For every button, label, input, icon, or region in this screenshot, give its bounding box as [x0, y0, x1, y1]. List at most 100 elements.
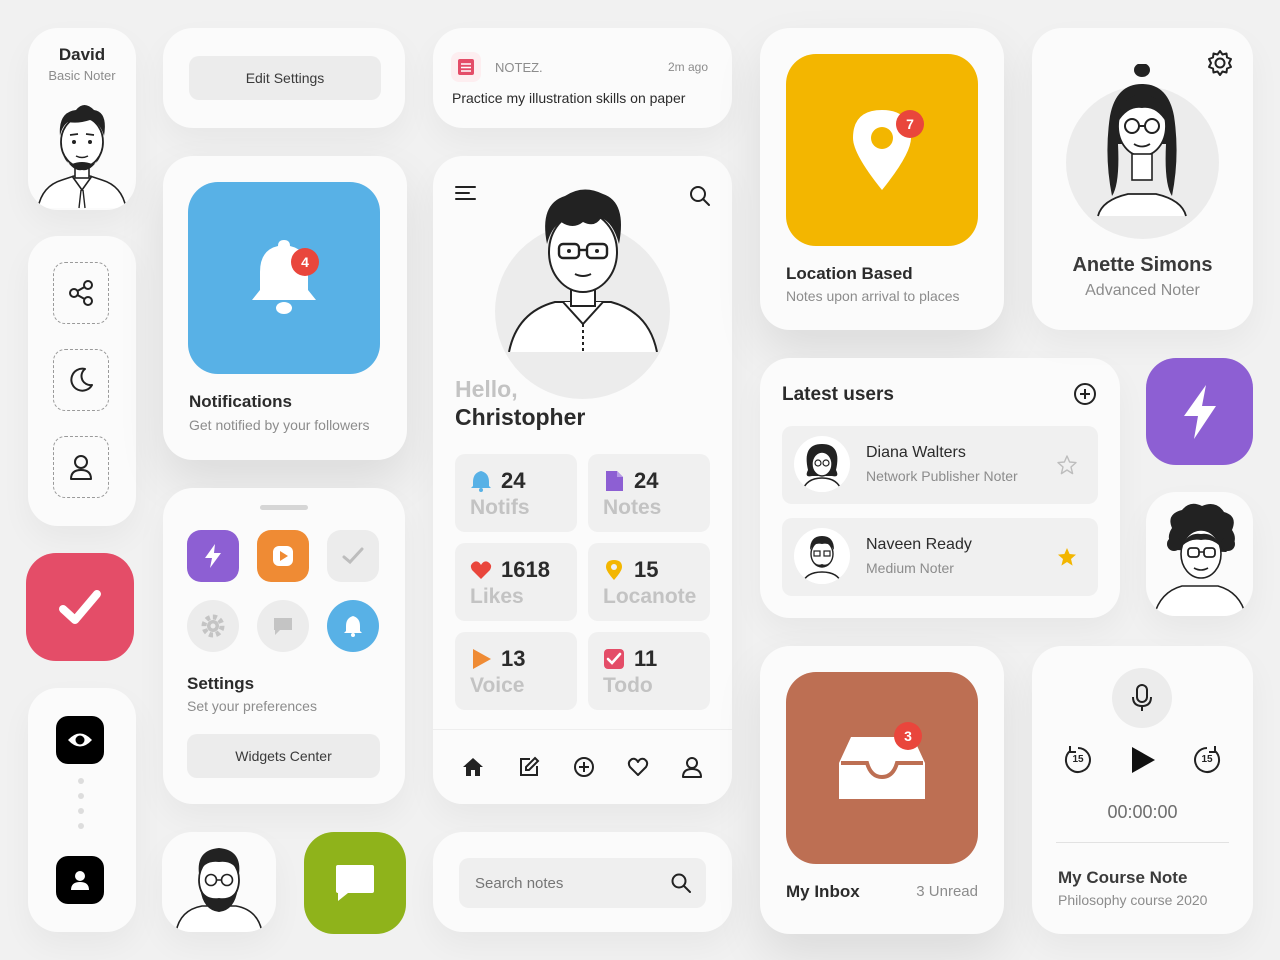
curly-avatar-card[interactable] — [1146, 492, 1253, 616]
notifications-badge: 4 — [291, 248, 319, 276]
stat-count: 1618 — [501, 557, 550, 582]
chat-icon — [274, 618, 292, 635]
star-outline-icon[interactable] — [1056, 454, 1078, 476]
search-card — [433, 832, 732, 932]
profile-card-anette[interactable]: Anette Simons Advanced Noter — [1032, 28, 1253, 330]
inbox-tile[interactable]: 3 — [786, 672, 978, 864]
account-button[interactable] — [56, 856, 104, 904]
stat-label: Locanote — [603, 585, 697, 608]
stat-notes[interactable]: 24 Notes — [588, 454, 710, 532]
profile-button[interactable] — [53, 436, 109, 498]
home-icon[interactable] — [462, 756, 484, 778]
stat-label: Voice — [470, 674, 525, 697]
note-text: Practice my illustration skills on paper — [452, 90, 686, 106]
notifications-tile[interactable]: 4 — [188, 182, 380, 374]
user-row-diana[interactable]: Diana Walters Network Publisher Noter — [782, 426, 1098, 504]
profile-card-david[interactable]: David Basic Noter — [28, 28, 136, 210]
course-player-card: 15 15 00:00:00 My Course Note Philosophy… — [1032, 646, 1253, 934]
stat-count: 13 — [501, 646, 526, 671]
latest-users-card: Latest users Diana Walters Network Publi… — [760, 358, 1120, 618]
menu-icon[interactable] — [455, 184, 477, 202]
user-icon — [70, 455, 92, 480]
curly-avatar — [1153, 503, 1247, 616]
location-subtitle: Notes upon arrival to places — [786, 288, 960, 304]
greeting-text: Hello, — [455, 376, 518, 402]
chat-toggle[interactable] — [257, 600, 309, 652]
add-user-icon[interactable] — [1073, 382, 1097, 406]
edit-icon[interactable] — [518, 756, 540, 778]
inbox-title: My Inbox — [786, 882, 860, 901]
skip-back-seconds: 15 — [1072, 754, 1084, 765]
note-icon — [606, 471, 623, 491]
notifications-card[interactable]: 4 Notifications Get notified by your fol… — [163, 156, 407, 460]
search-icon[interactable] — [671, 873, 691, 893]
location-tile[interactable]: 7 — [786, 54, 978, 246]
user-row-naveen[interactable]: Naveen Ready Medium Noter — [782, 518, 1098, 596]
edit-settings-button[interactable]: Edit Settings — [189, 56, 381, 100]
check-toggle[interactable] — [327, 530, 379, 582]
widgets-center-button[interactable]: Widgets Center — [187, 734, 380, 778]
stat-count: 24 — [501, 468, 526, 493]
stat-locanote[interactable]: 15 Locanote — [588, 543, 710, 621]
stat-todo[interactable]: 11 Todo — [588, 632, 710, 710]
inbox-unread: 3 Unread — [916, 883, 978, 900]
stat-count: 24 — [634, 468, 659, 493]
play-icon[interactable] — [1130, 746, 1156, 774]
settings-card: Settings Set your preferences Widgets Ce… — [163, 488, 405, 804]
bolt-tile[interactable] — [1146, 358, 1253, 465]
user-name: Naveen Ready — [866, 536, 972, 553]
bell-toggle[interactable] — [327, 600, 379, 652]
todo-tile[interactable] — [26, 553, 134, 661]
dashboard-card: Hello, Christopher 24 Notifs 24 Notes 16… — [433, 156, 732, 804]
bolt-toggle[interactable] — [187, 530, 239, 582]
bell-icon — [344, 616, 362, 637]
search-input[interactable] — [475, 870, 655, 896]
chat-icon — [336, 865, 374, 901]
inbox-badge: 3 — [894, 722, 922, 750]
user-avatar-card[interactable] — [162, 832, 276, 932]
search-icon[interactable] — [689, 185, 711, 207]
location-card[interactable]: 7 Location Based Notes upon arrival to p… — [760, 28, 1004, 330]
anette-avatar — [1097, 64, 1187, 217]
search-bar[interactable] — [459, 858, 706, 908]
drag-handle[interactable] — [260, 505, 308, 510]
christopher-avatar — [508, 189, 658, 352]
chat-tile[interactable] — [304, 832, 406, 934]
stat-likes[interactable]: 1618 Likes — [455, 543, 577, 621]
note-time: 2m ago — [667, 60, 708, 74]
microphone-icon — [1132, 684, 1152, 711]
user-icon — [71, 871, 89, 890]
inbox-card[interactable]: 3 My Inbox 3 Unread — [760, 646, 1004, 934]
star-filled-icon[interactable] — [1056, 546, 1078, 568]
stat-voice[interactable]: 13 Voice — [455, 632, 577, 710]
notez-logo-icon — [451, 52, 481, 82]
stat-label: Todo — [603, 674, 653, 697]
moon-icon — [70, 367, 93, 392]
course-title: My Course Note — [1058, 868, 1188, 887]
check-icon — [59, 590, 101, 624]
bottom-nav-card — [433, 730, 732, 804]
stat-label: Likes — [470, 585, 524, 608]
skip-back-button[interactable]: 15 — [1062, 744, 1094, 776]
eye-button[interactable] — [56, 716, 104, 764]
course-subtitle: Philosophy course 2020 — [1058, 892, 1208, 908]
bolt-icon — [1183, 384, 1216, 439]
mic-button[interactable] — [1112, 668, 1172, 728]
play-toggle[interactable] — [257, 530, 309, 582]
user-first-name: Christopher — [455, 404, 586, 430]
share-button[interactable] — [53, 262, 109, 324]
settings-subtitle: Set your preferences — [187, 698, 317, 714]
note-preview-card[interactable]: NOTEZ. 2m ago Practice my illustration s… — [433, 28, 732, 128]
skip-forward-button[interactable]: 15 — [1191, 744, 1223, 776]
heart-icon[interactable] — [627, 756, 649, 778]
user-icon[interactable] — [681, 756, 703, 778]
dark-mode-button[interactable] — [53, 349, 109, 411]
gear-toggle[interactable] — [187, 600, 239, 652]
add-circle-icon[interactable] — [573, 756, 595, 778]
play-icon — [273, 546, 293, 566]
check-icon — [342, 547, 364, 565]
user-name: Diana Walters — [866, 444, 966, 461]
gear-icon — [201, 614, 225, 638]
user-role: Medium Noter — [866, 560, 954, 576]
stat-notifs[interactable]: 24 Notifs — [455, 454, 577, 532]
